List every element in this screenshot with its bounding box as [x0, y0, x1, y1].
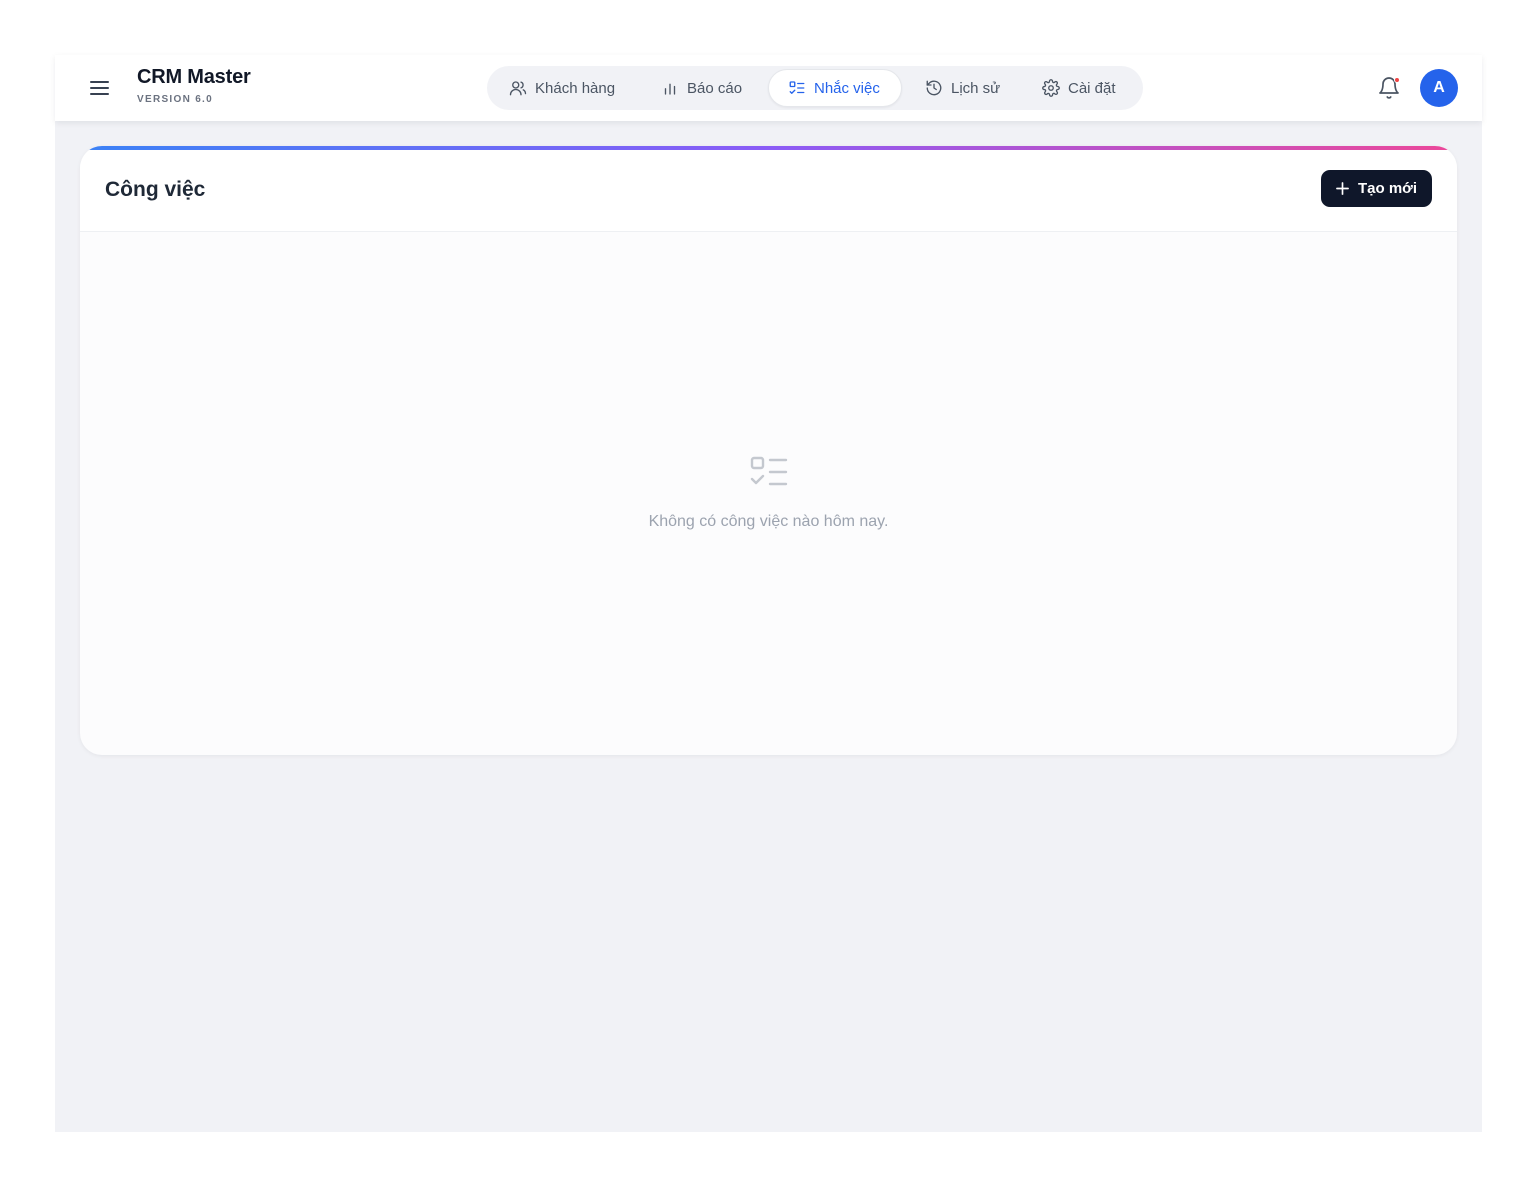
empty-state: Không có công việc nào hôm nay. [80, 456, 1457, 531]
plus-icon [1336, 182, 1349, 195]
nav-tab-reports[interactable]: Báo cáo [661, 69, 742, 107]
nav-tab-reminders[interactable]: Nhắc việc [768, 69, 902, 107]
nav-label: Báo cáo [687, 79, 743, 97]
app-shell: CRM Master VERSION 6.0 Khách hàng Báo cá… [55, 55, 1482, 1132]
hamburger-menu-icon[interactable] [89, 77, 111, 99]
empty-message: Không có công việc nào hôm nay. [648, 513, 889, 530]
brand: CRM Master VERSION 6.0 [137, 65, 251, 106]
app-title: CRM Master [137, 66, 251, 88]
user-avatar[interactable]: A [1420, 69, 1458, 107]
history-icon [926, 80, 942, 96]
nav-label: Nhắc việc [814, 79, 880, 97]
create-task-button[interactable]: Tạo mới [1321, 170, 1432, 207]
nav-tab-history[interactable]: Lịch sử [925, 69, 1000, 107]
gear-icon [1042, 79, 1060, 97]
checklist-icon [789, 81, 805, 94]
nav-tab-customers[interactable]: Khách hàng [509, 69, 615, 107]
main-nav: Khách hàng Báo cáo Nhắc việc Lịch sử Cài… [487, 66, 1143, 110]
create-task-label: Tạo mới [1357, 180, 1417, 197]
unread-dot [1394, 77, 1400, 83]
tasks-card-header: Công việc Tạo mới [80, 150, 1457, 232]
nav-label: Cài đặt [1068, 79, 1116, 97]
notifications-button[interactable] [1377, 76, 1401, 100]
users-icon [509, 81, 527, 96]
top-header: CRM Master VERSION 6.0 Khách hàng Báo cá… [55, 55, 1482, 121]
checklist-icon [750, 456, 787, 486]
nav-label: Khách hàng [535, 79, 616, 97]
nav-label: Lịch sử [951, 79, 1001, 97]
app-version: VERSION 6.0 [137, 94, 213, 105]
nav-tab-settings[interactable]: Cài đặt [1042, 69, 1116, 107]
tasks-card: Công việc Tạo mới Không có công việc nào… [80, 146, 1457, 755]
bar-chart-icon [664, 83, 676, 95]
tasks-title: Công việc [105, 178, 206, 201]
